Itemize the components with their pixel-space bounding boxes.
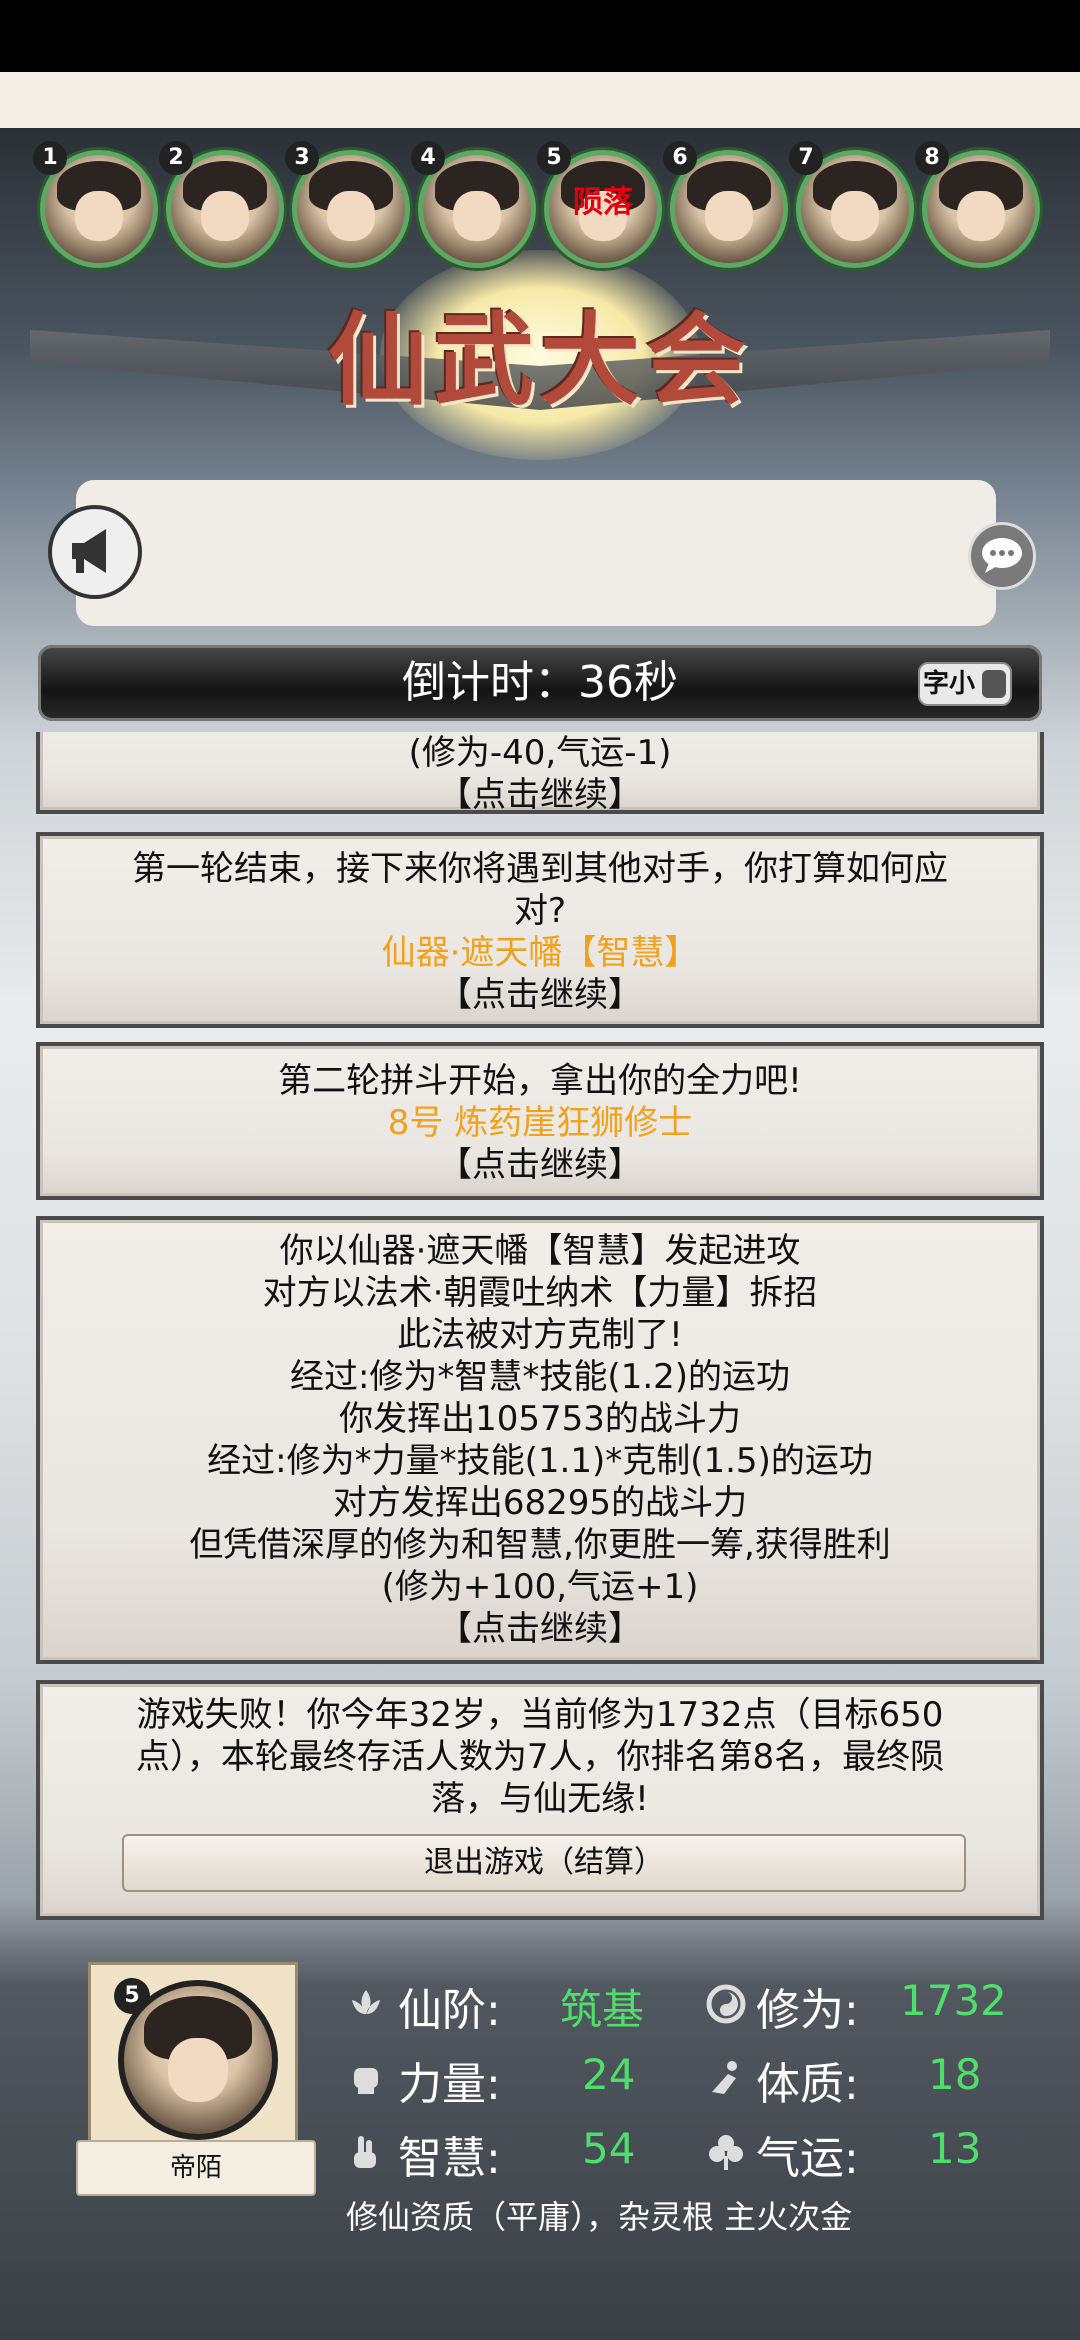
stat-value-strength: 24 <box>582 2050 636 2099</box>
player-avatar-6[interactable]: 6 <box>663 141 788 268</box>
log-line: 你以仙器·遮天幡【智慧】发起进攻 <box>279 1231 801 1271</box>
log-line: 经过:修为*力量*技能(1.1)*克制(1.5)的运功 <box>207 1441 873 1481</box>
player-status-dead: 陨落 <box>573 185 633 220</box>
stat-label-strength: 力量: <box>398 2059 501 2110</box>
stat-label-cultivation: 修为: <box>756 1985 859 2036</box>
log-line: (修为-40,气运-1) <box>408 733 672 773</box>
stat-value-luck: 13 <box>928 2124 982 2173</box>
log-highlight: 仙器·遮天幡【智慧】 <box>381 933 699 973</box>
player-number-badge: 4 <box>411 141 445 175</box>
lotus-icon <box>352 1990 380 2014</box>
exit-game-button[interactable]: 退出游戏（结算） <box>122 1834 966 1892</box>
font-size-toggle[interactable]: 字小 <box>918 662 1012 706</box>
log-card[interactable]: 你以仙器·遮天幡【智慧】发起进攻 对方以法术·朝霞吐纳术【力量】拆招 此法被对方… <box>36 1216 1044 1664</box>
player-talent-text: 修仙资质（平庸），杂灵根 主火次金 <box>346 2198 853 2236</box>
log-line: 落，与仙无缘! <box>431 1779 649 1819</box>
player-avatar-1[interactable]: 1 <box>33 141 158 268</box>
player-avatar-4[interactable]: 4 <box>411 141 536 268</box>
log-line: 经过:修为*智慧*技能(1.2)的运功 <box>289 1357 791 1397</box>
log-line: 游戏失败！你今年32岁，当前修为1732点（目标650 <box>136 1695 944 1735</box>
log-line: (修为+100,气运+1) <box>381 1567 699 1607</box>
player-number-badge: 8 <box>915 141 949 175</box>
player-avatar-5[interactable]: 5 陨落 <box>537 141 662 268</box>
log-card[interactable]: 第一轮结束，接下来你将遇到其他对手，你打算如何应 对? 仙器·遮天幡【智慧】 【… <box>36 832 1044 1028</box>
log-line: 点），本轮最终存活人数为7人，你排名第8名，最终陨 <box>135 1737 945 1777</box>
continue-link[interactable]: 【点击继续】 <box>40 974 1040 1016</box>
battle-log: (修为-40,气运-1) 【点击继续】 第一轮结束，接下来你将遇到其他对手，你打… <box>36 732 1044 1922</box>
player-avatar-2[interactable]: 2 <box>159 141 284 268</box>
game-over-card: 游戏失败！你今年32岁，当前修为1732点（目标650 点），本轮最终存活人数为… <box>36 1680 1044 1920</box>
log-card[interactable]: (修为-40,气运-1) 【点击继续】 <box>36 732 1044 816</box>
continue-link[interactable]: 【点击继续】 <box>40 774 1040 816</box>
countdown-bar: 倒计时：36秒 <box>38 645 1042 721</box>
player-number-badge: 5 <box>114 1978 150 2014</box>
broadcast-message-box <box>76 480 996 626</box>
stat-label-luck: 气运: <box>756 2133 859 2184</box>
log-line: 对方发挥出68295的战斗力 <box>332 1483 748 1523</box>
player-number-badge: 2 <box>159 141 193 175</box>
log-line: 你发挥出105753的战斗力 <box>339 1399 741 1439</box>
log-line: 第二轮拼斗开始，拿出你的全力吧! <box>278 1061 802 1101</box>
stat-label-rank: 仙阶: <box>398 1985 501 2036</box>
player-number-badge: 7 <box>789 141 823 175</box>
log-line: 对方以法术·朝霞吐纳术【力量】拆招 <box>262 1273 818 1313</box>
player-avatar-row: 1 2 3 4 5 陨落 6 7 8 <box>0 140 1080 280</box>
clover-icon <box>709 2135 743 2170</box>
player-avatar-3[interactable]: 3 <box>285 141 410 268</box>
megaphone-icon[interactable] <box>48 505 142 599</box>
body-icon <box>712 2061 737 2094</box>
player-name: 帝陌 <box>76 2140 316 2196</box>
font-size-toggle-label: 字小 <box>922 669 975 699</box>
player-avatar-8[interactable]: 8 <box>915 141 1040 268</box>
stat-value-constitution: 18 <box>928 2050 982 2099</box>
game-title: 仙武大会 <box>328 301 752 419</box>
stat-value-rank: 筑基 <box>560 1985 645 2034</box>
player-number-badge: 3 <box>285 141 319 175</box>
player-number-badge: 1 <box>33 141 67 175</box>
log-line: 但凭借深厚的修为和智慧,你更胜一筹,获得胜利 <box>189 1525 891 1565</box>
log-line: 对? <box>513 891 567 931</box>
log-highlight: 8号 炼药崖狂狮修士 <box>387 1103 693 1143</box>
log-line: 此法被对方克制了! <box>397 1315 683 1355</box>
toggle-knob <box>982 670 1006 698</box>
stat-value-cultivation: 1732 <box>900 1976 1007 2025</box>
app-top-bar <box>0 72 1080 128</box>
player-number-badge: 6 <box>663 141 697 175</box>
player-number-badge: 5 <box>537 141 571 175</box>
stat-label-constitution: 体质: <box>756 2059 859 2110</box>
continue-link[interactable]: 【点击继续】 <box>40 1144 1040 1186</box>
fist-icon <box>354 2068 378 2094</box>
log-card[interactable]: 第二轮拼斗开始，拿出你的全力吧! 8号 炼药崖狂狮修士 【点击继续】 <box>36 1042 1044 1200</box>
log-line: 第一轮结束，接下来你将遇到其他对手，你打算如何应 <box>132 849 948 889</box>
swirl-icon <box>706 1984 746 2024</box>
countdown-text: 倒计时：36秒 <box>402 657 678 708</box>
stat-value-wisdom: 54 <box>582 2124 636 2173</box>
player-avatar-7[interactable]: 7 <box>789 141 914 268</box>
stat-label-wisdom: 智慧: <box>398 2133 501 2184</box>
hand-sign-icon <box>354 2136 376 2168</box>
chat-bubble-icon[interactable] <box>968 522 1036 590</box>
status-bar <box>0 0 1080 72</box>
continue-link[interactable]: 【点击继续】 <box>40 1608 1040 1650</box>
